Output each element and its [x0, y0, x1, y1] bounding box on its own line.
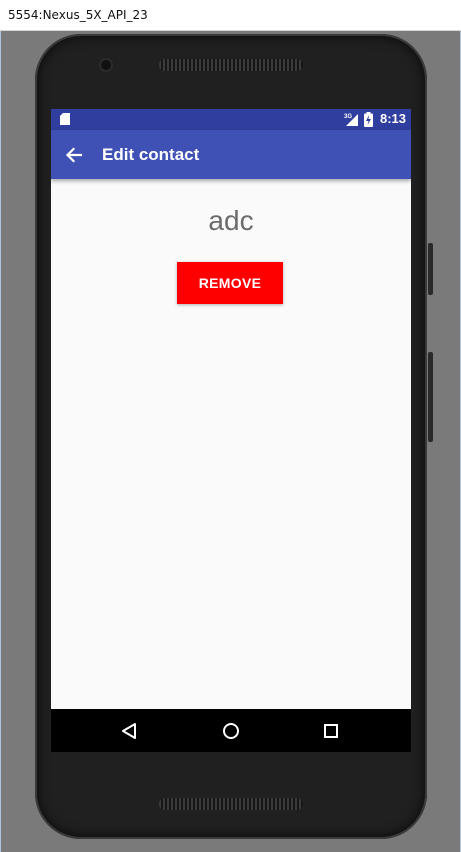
front-camera: [101, 60, 111, 70]
network-type-label: 3G: [344, 114, 352, 120]
phone-volume-button: [428, 352, 433, 442]
top-speaker-grille: [159, 59, 303, 71]
status-bar: 3G 8:13: [51, 109, 411, 130]
battery-charging-icon: [364, 112, 373, 127]
sd-card-icon: [60, 113, 70, 125]
recents-square-icon[interactable]: [319, 719, 343, 743]
bottom-speaker-grille: [159, 798, 303, 810]
emulator-window-title: 5554:Nexus_5X_API_23: [8, 8, 148, 22]
navigation-bar: [51, 709, 411, 752]
back-triangle-icon[interactable]: [117, 719, 141, 743]
window-border-left: [0, 31, 1, 852]
device-screen: 3G 8:13 Edit contact adc REMOVE: [51, 109, 411, 752]
emulator-window-titlebar: 5554:Nexus_5X_API_23: [0, 0, 461, 31]
remove-button[interactable]: REMOVE: [177, 262, 283, 304]
arrow-left-icon[interactable]: [64, 145, 84, 165]
phone-power-button: [428, 243, 433, 295]
contact-name: adc: [208, 205, 254, 236]
home-circle-icon[interactable]: [219, 719, 243, 743]
app-bar: Edit contact: [51, 130, 411, 179]
page-title: Edit contact: [102, 145, 200, 164]
cell-signal-icon: 3G: [344, 114, 358, 126]
status-clock: 8:13: [380, 111, 407, 126]
